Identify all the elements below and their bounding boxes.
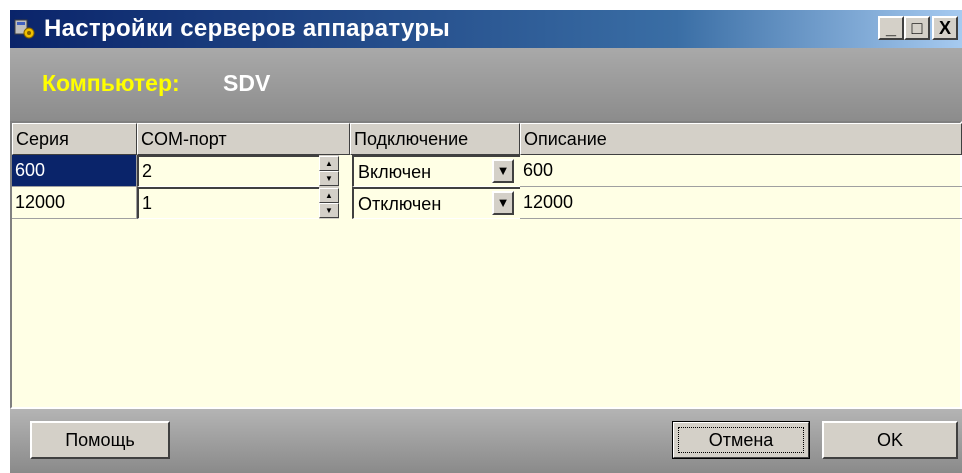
connection-select[interactable]: Включен ▼: [352, 155, 520, 187]
servers-table[interactable]: Серия COM-порт Подключение Описание 600 …: [10, 121, 962, 409]
column-header-description[interactable]: Описание: [520, 123, 962, 155]
focus-rectangle: [678, 427, 804, 453]
computer-label: Компьютер:: [42, 70, 180, 96]
column-header-series[interactable]: Серия: [12, 123, 137, 155]
spin-down-icon[interactable]: ▼: [319, 203, 339, 218]
cell-series[interactable]: 12000: [12, 187, 137, 219]
connection-value: Включен: [358, 162, 432, 182]
cell-series[interactable]: 600: [12, 155, 137, 187]
button-bar: Помощь Отмена OK: [10, 409, 962, 473]
cell-description[interactable]: 600: [520, 155, 962, 187]
spin-up-icon[interactable]: ▲: [319, 188, 339, 203]
minimize-button[interactable]: _: [878, 16, 904, 40]
dropdown-arrow-icon[interactable]: ▼: [492, 159, 514, 183]
connection-value: Отключен: [358, 194, 442, 214]
spin-up-icon[interactable]: ▲: [319, 156, 339, 171]
com-port-input[interactable]: 2: [137, 155, 319, 187]
cancel-button[interactable]: Отмена: [672, 421, 810, 459]
column-header-connection[interactable]: Подключение: [350, 123, 520, 155]
connection-select[interactable]: Отключен ▼: [352, 187, 520, 219]
close-button[interactable]: X: [932, 16, 958, 40]
title-bar[interactable]: Настройки серверов аппаратуры _ □ X: [10, 10, 962, 48]
com-port-spinner[interactable]: ▲ ▼: [319, 155, 339, 187]
maximize-button[interactable]: □: [904, 16, 930, 40]
help-button[interactable]: Помощь: [30, 421, 170, 459]
cell-description[interactable]: 12000: [520, 187, 962, 219]
spin-down-icon[interactable]: ▼: [319, 171, 339, 186]
app-icon: [14, 19, 35, 39]
com-port-input[interactable]: 1: [137, 187, 319, 219]
window-title: Настройки серверов аппаратуры: [44, 15, 451, 42]
computer-name: SDV: [223, 70, 271, 96]
com-port-spinner[interactable]: ▲ ▼: [319, 187, 339, 219]
computer-header: Компьютер: SDV: [10, 48, 962, 121]
settings-window: Настройки серверов аппаратуры _ □ X Комп…: [8, 8, 962, 473]
ok-button[interactable]: OK: [822, 421, 958, 459]
dropdown-arrow-icon[interactable]: ▼: [492, 191, 514, 215]
column-header-com-port[interactable]: COM-порт: [137, 123, 350, 155]
